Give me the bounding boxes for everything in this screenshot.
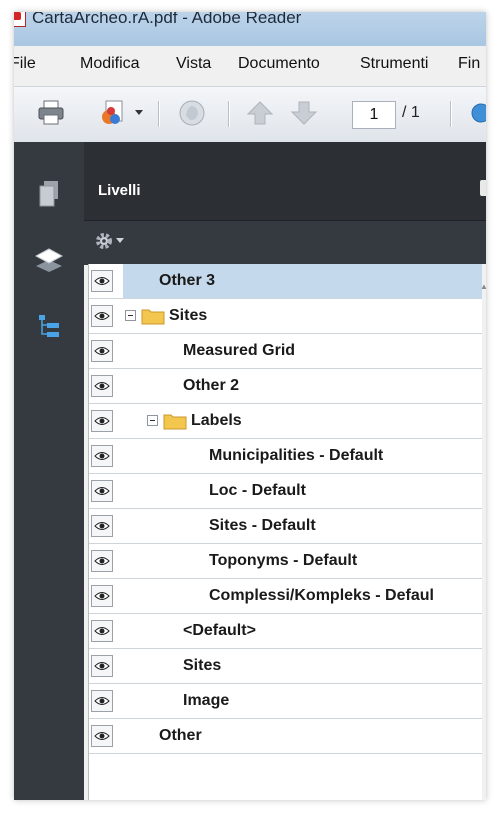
scroll-up-arrow-icon[interactable]: ▲: [480, 282, 486, 291]
layer-label: Image: [183, 692, 230, 709]
layer-label: Complessi/Kompleks - Defaul: [209, 587, 434, 604]
layer-row[interactable]: Sites: [89, 649, 486, 684]
layer-label: <Default>: [183, 622, 256, 639]
layer-label: Municipalities - Default: [209, 447, 384, 464]
layers-scrollbar[interactable]: [482, 264, 486, 800]
layer-row[interactable]: Municipalities - Default: [89, 439, 486, 474]
menu-modifica[interactable]: Modifica: [80, 55, 140, 73]
page-total: / 1: [402, 104, 420, 121]
hand-tool-button[interactable]: [170, 95, 214, 131]
layer-group-row[interactable]: Labels: [89, 404, 486, 439]
share-dropdown[interactable]: [132, 95, 146, 131]
folder-icon: [141, 309, 165, 325]
menu-file[interactable]: File: [14, 55, 36, 73]
eye-icon[interactable]: [91, 620, 113, 642]
arrow-up-icon: [246, 101, 274, 125]
zoom-icon: [471, 103, 486, 123]
zoom-button[interactable]: [464, 95, 486, 131]
collapse-toggle-icon[interactable]: [125, 310, 136, 321]
layer-label: Measured Grid: [183, 342, 296, 359]
eye-icon[interactable]: [91, 270, 113, 292]
eye-icon[interactable]: [91, 550, 113, 572]
layers-tree: Other 3 Sites Measured Grid Other 2 Labe…: [88, 264, 486, 800]
next-page-button[interactable]: [284, 95, 324, 131]
collapse-toggle-icon[interactable]: [147, 415, 158, 426]
layer-row[interactable]: Image: [89, 684, 486, 719]
share-button[interactable]: [94, 95, 132, 131]
eye-icon[interactable]: [91, 480, 113, 502]
eye-icon[interactable]: [91, 585, 113, 607]
previous-page-button[interactable]: [240, 95, 280, 131]
layer-row[interactable]: Sites - Default: [89, 509, 486, 544]
menu-finestra[interactable]: Fin: [458, 55, 480, 73]
layers-panel-header: Livelli: [84, 142, 486, 220]
layers-panel-button[interactable]: [14, 240, 84, 280]
dropdown-arrow-icon: [116, 238, 124, 243]
window-title: CartaArcheo.rA.pdf - Adobe Reader: [32, 12, 302, 27]
layer-row[interactable]: Other 3: [89, 264, 486, 299]
pages-icon: [39, 181, 58, 207]
layer-label: Labels: [191, 412, 242, 429]
options-menu-button[interactable]: [94, 231, 124, 251]
layer-row[interactable]: Other: [89, 719, 486, 754]
eye-icon[interactable]: [91, 690, 113, 712]
page-number-input[interactable]: 1: [352, 101, 396, 129]
layer-row[interactable]: Toponyms - Default: [89, 544, 486, 579]
print-button[interactable]: [32, 95, 70, 131]
hand-icon: [179, 100, 205, 126]
layer-label: Loc - Default: [209, 482, 306, 499]
navigation-pane-strip: [14, 142, 84, 800]
layer-label: Sites: [183, 657, 222, 674]
eye-icon[interactable]: [91, 515, 113, 537]
menu-bar: File Modifica Vista Documento Strumenti …: [14, 52, 486, 78]
layer-label: Sites: [169, 307, 208, 324]
menu-strumenti[interactable]: Strumenti: [360, 55, 428, 73]
collapse-panel-button[interactable]: [480, 180, 486, 196]
layer-label: Sites - Default: [209, 517, 316, 534]
arrow-down-icon: [290, 101, 318, 125]
gear-icon: [96, 233, 112, 249]
layer-row[interactable]: Loc - Default: [89, 474, 486, 509]
dropdown-arrow-icon: [135, 110, 143, 115]
menu-documento[interactable]: Documento: [238, 55, 320, 73]
title-bar: CartaArcheo.rA.pdf - Adobe Reader: [14, 12, 486, 46]
eye-icon[interactable]: [91, 410, 113, 432]
toolbar: 1 / 1: [14, 86, 486, 144]
print-icon: [38, 100, 64, 125]
tree-structure-icon: [39, 315, 59, 337]
eye-icon[interactable]: [91, 655, 113, 677]
layer-row[interactable]: Other 2: [89, 369, 486, 404]
eye-icon[interactable]: [91, 305, 113, 327]
share-icon: [102, 100, 123, 124]
layers-icon: [35, 248, 63, 272]
layer-label: Other: [159, 727, 202, 744]
layer-row[interactable]: Measured Grid: [89, 334, 486, 369]
eye-icon[interactable]: [91, 445, 113, 467]
pdf-app-icon: [14, 12, 26, 27]
menu-vista[interactable]: Vista: [176, 55, 211, 73]
layer-row[interactable]: Complessi/Kompleks - Defaul: [89, 579, 486, 614]
eye-icon[interactable]: [91, 725, 113, 747]
layers-options-bar: [84, 220, 486, 265]
eye-icon[interactable]: [91, 340, 113, 362]
layer-label: Other 3: [159, 272, 216, 289]
adobe-reader-window: CartaArcheo.rA.pdf - Adobe Reader File M…: [14, 12, 486, 800]
eye-icon[interactable]: [91, 375, 113, 397]
structure-panel-button[interactable]: [14, 306, 84, 346]
layer-label: Toponyms - Default: [209, 552, 358, 569]
folder-icon: [163, 414, 187, 430]
pages-panel-button[interactable]: [14, 174, 84, 214]
layer-group-row[interactable]: Sites: [89, 299, 486, 334]
layer-row[interactable]: <Default>: [89, 614, 486, 649]
layer-label: Other 2: [183, 377, 240, 394]
panel-title: Livelli: [98, 182, 141, 199]
